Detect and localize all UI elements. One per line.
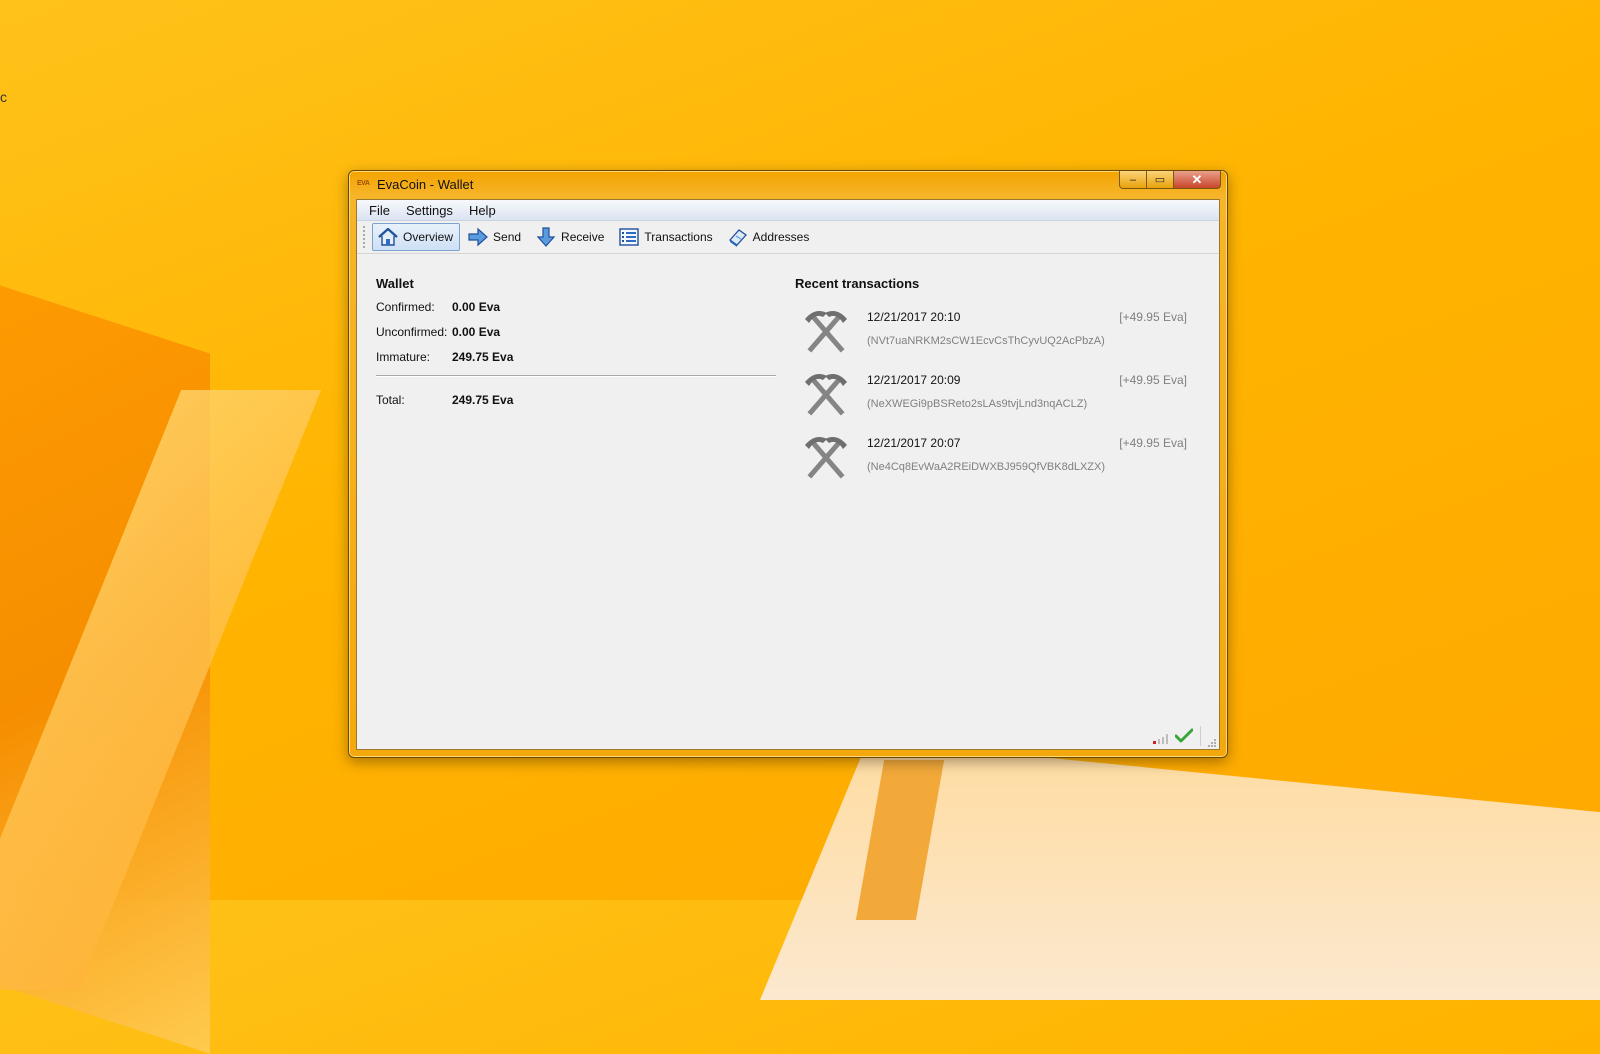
unconfirmed-row: Unconfirmed: 0.00 Eva [376,319,776,344]
immature-value: 249.75 Eva [452,349,514,364]
tab-overview-label: Overview [403,230,454,244]
transaction-item[interactable]: 12/21/2017 20:09 [+49.95 Eva] (NeXWEGi9p… [795,362,1195,425]
menu-settings[interactable]: Settings [398,203,461,218]
window-title: EvaCoin - Wallet [377,177,474,192]
transaction-address: (NVt7uaNRKM2sCW1EcvCsThCyvUQ2AcPbzA) [867,335,1105,347]
home-icon [378,227,398,246]
transaction-date: 12/21/2017 20:09 [867,373,961,387]
total-row: Total: 249.75 Eva [376,387,776,412]
send-arrow-icon [468,227,488,247]
list-icon [619,228,640,246]
transaction-item[interactable]: 12/21/2017 20:07 [+49.95 Eva] (Ne4Cq8EvW… [795,425,1195,488]
maximize-button[interactable]: ▭ [1147,171,1174,189]
transaction-address: (NeXWEGi9pBSReto2sLAs9tvjLnd3nqACLZ) [867,398,1088,410]
transaction-date: 12/21/2017 20:10 [867,310,961,324]
unconfirmed-value: 0.00 Eva [452,324,501,339]
tab-receive-label: Receive [561,230,605,244]
mining-pickaxes-icon [805,437,847,479]
recent-transactions-title: Recent transactions [795,276,920,291]
immature-label: Immature: [376,349,431,364]
close-button[interactable]: ✕ [1174,171,1221,189]
menu-bar: File Settings Help [357,200,1219,221]
tab-send-label: Send [493,230,522,244]
tab-transactions[interactable]: Transactions [613,223,719,251]
wallet-panel: Wallet Confirmed: 0.00 Eva Unconfirmed: … [376,276,776,412]
transaction-item[interactable]: 12/21/2017 20:10 [+49.95 Eva] (NVt7uaNRK… [795,299,1195,362]
recent-transactions-panel: Recent transactions 12/21/2017 20:10 [+4… [795,276,1195,488]
wallet-window: EVA EvaCoin - Wallet – ▭ ✕ File Settings… [348,170,1228,758]
tab-addresses[interactable]: Addresses [722,223,817,251]
menu-file[interactable]: File [361,203,398,218]
tab-transactions-label: Transactions [644,230,713,244]
desktop-icon-label[interactable]: c [0,89,7,105]
caption-buttons: – ▭ ✕ [1119,171,1221,189]
tab-receive[interactable]: Receive [530,223,611,251]
window-client-area: File Settings Help Overview Send Receive… [356,199,1220,750]
toolbar: Overview Send Receive Transactions Addre… [357,221,1219,254]
title-bar[interactable]: EVA EvaCoin - Wallet – ▭ ✕ [349,171,1227,199]
transaction-list: 12/21/2017 20:10 [+49.95 Eva] (NVt7uaNRK… [795,299,1195,488]
tab-send[interactable]: Send [462,223,528,251]
confirmed-row: Confirmed: 0.00 Eva [376,294,776,319]
unconfirmed-label: Unconfirmed: [376,324,448,339]
toolbar-grip[interactable] [363,226,368,248]
wallet-divider [376,375,776,377]
total-label: Total: [376,392,405,407]
wallet-title: Wallet [376,276,414,291]
transaction-date: 12/21/2017 20:07 [867,436,961,450]
mining-pickaxes-icon [805,374,847,416]
tab-addresses-label: Addresses [752,230,810,244]
receive-arrow-icon [536,227,556,247]
tab-overview[interactable]: Overview [372,223,461,251]
address-book-icon [728,229,747,247]
minimize-button[interactable]: – [1119,171,1147,189]
confirmed-value: 0.00 Eva [452,299,501,314]
status-bar [1099,724,1219,750]
resize-grip-icon[interactable] [1207,738,1217,748]
transaction-address: (Ne4Cq8EvWaA2REiDWXBJ959QfVBK8dLXZX) [867,461,1106,473]
total-value: 249.75 Eva [452,392,514,407]
mining-pickaxes-icon [805,311,847,353]
immature-row: Immature: 249.75 Eva [376,344,776,369]
transaction-amount: [+49.95 Eva] [1119,310,1187,324]
transaction-amount: [+49.95 Eva] [1119,436,1187,450]
overview-page: Wallet Confirmed: 0.00 Eva Unconfirmed: … [357,254,1219,750]
checkmark-icon[interactable] [1175,728,1193,744]
app-icon: EVA [357,180,370,187]
confirmed-label: Confirmed: [376,299,435,314]
transaction-amount: [+49.95 Eva] [1119,373,1187,387]
menu-help[interactable]: Help [461,203,504,218]
signal-bars-icon[interactable] [1153,732,1171,744]
status-separator [1200,726,1201,746]
